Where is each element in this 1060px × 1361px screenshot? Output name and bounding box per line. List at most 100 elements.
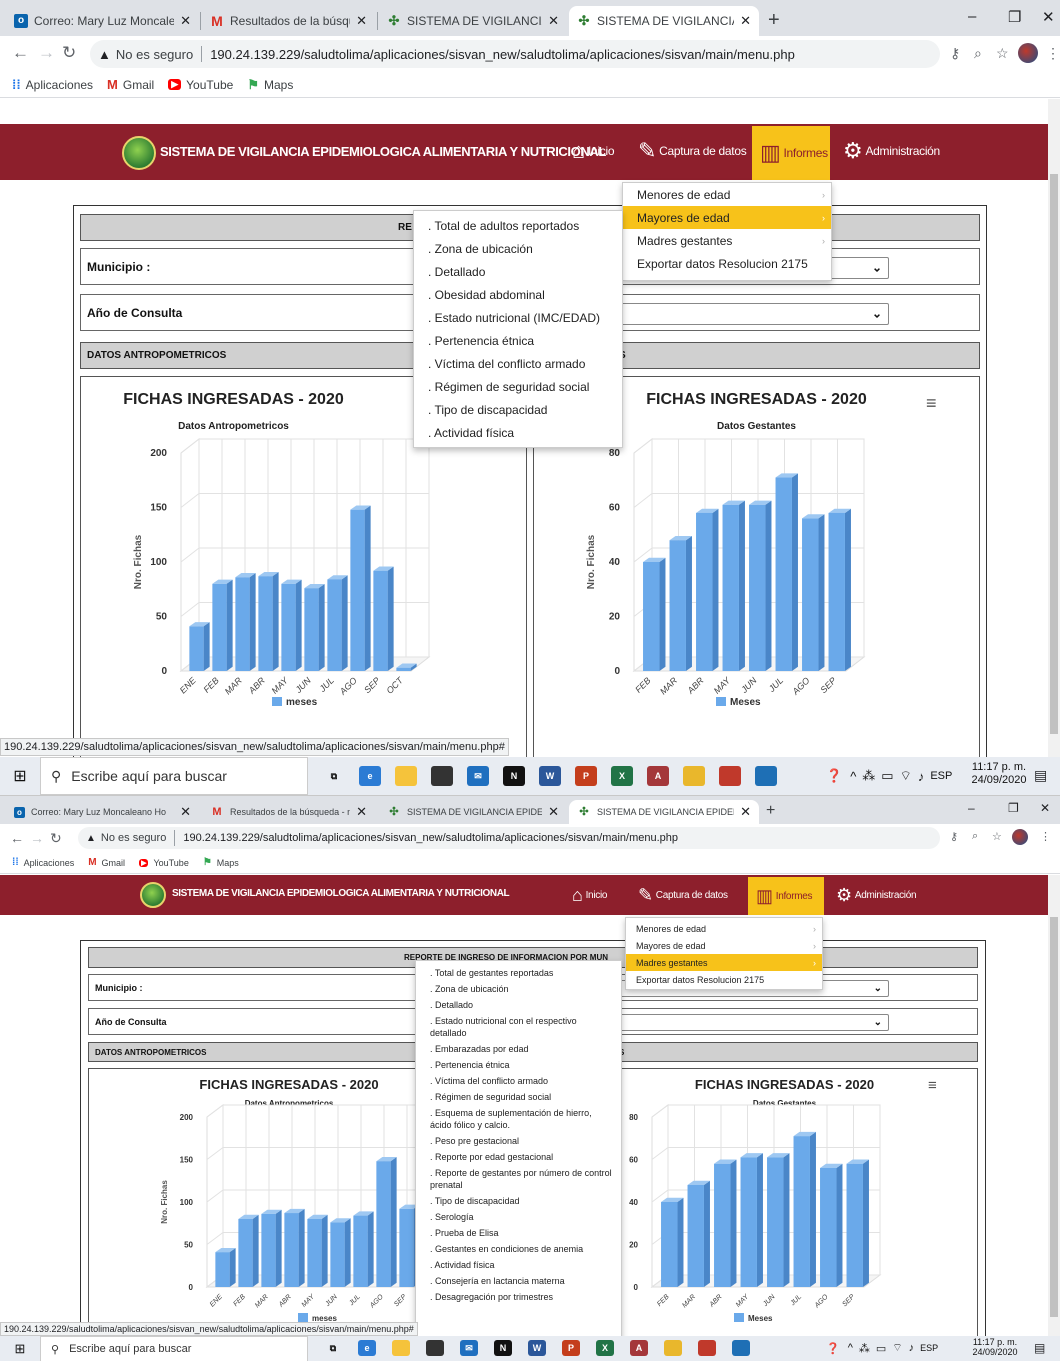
close-icon[interactable]: ✕ [180,13,191,29]
language-indicator[interactable]: ESP [920,1343,938,1353]
photos-icon[interactable] [732,1340,750,1356]
submenu-item[interactable]: . Estado nutricional (IMC/EDAD) [414,307,622,330]
tab-sisvan-active[interactable]: ✣SISTEMA DE VIGILANCIA EPIDEM✕ [569,6,759,36]
menu-madres[interactable]: Madres gestantes › [623,229,831,252]
tab-sisvan-1[interactable]: ✣SISTEMA DE VIGILANCIA EPIDEM✕ [379,6,567,36]
mail-icon[interactable]: ✉ [467,766,489,786]
new-tab-button[interactable]: + [766,801,775,821]
submenu-item[interactable]: . Reporte por edad gestacional [416,1149,621,1165]
submenu-item[interactable]: . Obesidad abdominal [414,284,622,307]
submenu-item[interactable]: . Peso pre gestacional [416,1133,621,1149]
chrome-icon[interactable] [664,1340,682,1356]
reload-icon[interactable]: ↻ [50,829,62,847]
tab-gmail[interactable]: MResultados de la búsqueda - mlm✕ [202,6,375,36]
close-window-icon[interactable]: ✕ [1040,801,1050,815]
tab-sisvan-1[interactable]: ✣SISTEMA DE VIGILANCIA EPIDEM✕ [379,800,567,824]
chevron-up-icon[interactable]: ^ [850,769,856,784]
page-scrollbar[interactable] [1048,875,1060,1361]
help-icon[interactable]: ❓ [826,1342,840,1355]
zoom-icon[interactable]: ⌕ [974,45,982,62]
access-icon[interactable]: A [647,766,669,786]
close-icon[interactable]: ✕ [356,804,367,820]
file-explorer-icon[interactable] [395,766,417,786]
submenu-item[interactable]: . Régimen de seguridad social [416,1089,621,1105]
submenu-item[interactable]: . Detallado [416,997,621,1013]
forward-icon[interactable]: → [38,44,55,62]
taskbar-search[interactable]: ⚲ Escribe aquí para buscar [40,1336,308,1361]
netflix-icon[interactable]: N [494,1340,512,1356]
page-scrollbar[interactable] [1048,99,1060,795]
address-bar[interactable]: ▲ No es seguro 190.24.139.229/saludtolim… [90,40,940,68]
submenu-item[interactable]: . Detallado [414,261,622,284]
key-icon[interactable]: ⚷ [950,830,958,843]
bookmark-apps[interactable]: ⁞⁞ Aplicaciones [12,77,93,92]
anio-select[interactable]: ⌄ [619,303,889,325]
bookmark-youtube[interactable]: ▶ YouTube [139,858,189,868]
submenu-item[interactable]: . Actividad física [416,1257,621,1273]
more-icon[interactable]: ⋮ [1046,45,1060,62]
nav-informes[interactable]: ▥ Informes [752,126,830,180]
tab-gmail[interactable]: MResultados de la búsqueda - mlm✕ [202,800,375,824]
submenu-item[interactable]: . Reporte de gestantes por número de con… [416,1165,621,1193]
edge-icon[interactable]: e [359,766,381,786]
bookmark-maps[interactable]: ⚑ Maps [203,857,239,868]
submenu-item[interactable]: . Serología [416,1209,621,1225]
submenu-item[interactable]: . Tipo de discapacidad [416,1193,621,1209]
close-icon[interactable]: ✕ [180,804,191,820]
taskbar-search[interactable]: ⚲ Escribe aquí para buscar [40,757,308,795]
word-icon[interactable]: W [528,1340,546,1356]
minimize-icon[interactable]: – [968,8,976,25]
zoom-icon[interactable]: ⌕ [972,830,978,843]
windows-start-icon[interactable]: ⊞ [0,1336,40,1361]
submenu-item[interactable]: . Total de adultos reportados [414,215,622,238]
star-icon[interactable]: ☆ [996,45,1009,62]
task-view-icon[interactable]: ⧉ [323,766,345,786]
help-icon[interactable]: ❓ [826,768,842,784]
nav-informes[interactable]: ▥ Informes [748,877,824,915]
wifi-icon[interactable]: ⌔ [892,1341,902,1355]
nav-captura[interactable]: ✎ Captura de datos [638,134,747,168]
menu-menores[interactable]: Menores de edad › [626,920,822,937]
file-explorer-icon[interactable] [392,1340,410,1356]
star-icon[interactable]: ☆ [992,830,1002,843]
submenu-item[interactable]: . Actividad física [414,422,622,445]
volume-icon[interactable]: ♪ [909,1342,915,1354]
tab-sisvan-active[interactable]: ✣SISTEMA DE VIGILANCIA EPIDEM✕ [569,800,759,824]
nav-inicio[interactable]: ⌂ Inicio [572,882,607,908]
submenu-item[interactable]: . Desagregación por trimestres [416,1289,621,1305]
reload-icon[interactable]: ↻ [62,44,76,62]
submenu-item[interactable]: . Gestantes en condiciones de anemia [416,1241,621,1257]
menu-madres[interactable]: Madres gestantes › [626,954,822,971]
submenu-item[interactable]: . Esquema de suplementación de hierro, á… [416,1105,621,1133]
close-icon[interactable]: ✕ [548,13,559,29]
netflix-icon[interactable]: N [503,766,525,786]
tab-outlook[interactable]: oCorreo: Mary Luz Moncaleano Ho✕ [6,800,199,824]
language-indicator[interactable]: ESP [930,770,952,782]
wifi-icon[interactable]: ⌔ [900,768,912,784]
close-icon[interactable]: ✕ [548,804,559,820]
new-tab-button[interactable]: + [768,10,780,30]
menu-mayores[interactable]: Mayores de edad › [626,937,822,954]
chrome-icon[interactable] [683,766,705,786]
submenu-item[interactable]: . Régimen de seguridad social [414,376,622,399]
back-icon[interactable]: ← [12,44,29,62]
minimize-icon[interactable]: – [968,801,975,815]
bookmark-maps[interactable]: ⚑ Maps [247,77,293,93]
submenu-item[interactable]: . Prueba de Elisa [416,1225,621,1241]
word-icon[interactable]: W [539,766,561,786]
submenu-item[interactable]: . Pertenencia étnica [414,330,622,353]
submenu-item[interactable]: . Víctima del conflicto armado [414,353,622,376]
excel-icon[interactable]: X [596,1340,614,1356]
windows-start-icon[interactable]: ⊞ [0,757,40,795]
close-window-icon[interactable]: ✕ [1042,8,1055,26]
anio-select[interactable]: ⌄ [619,1014,889,1031]
back-icon[interactable]: ← [10,829,24,847]
menu-exportar[interactable]: Exportar datos Resolucion 2175 [626,971,822,988]
paint-icon[interactable] [719,766,741,786]
avatar[interactable] [1012,829,1028,845]
powerpoint-icon[interactable]: P [575,766,597,786]
address-bar[interactable]: ▲ No es seguro 190.24.139.229/saludtolim… [78,827,940,849]
maximize-icon[interactable]: ❐ [1008,8,1021,26]
task-view-icon[interactable]: ⧉ [324,1340,342,1356]
submenu-item[interactable]: . Consejería en lactancia materna [416,1273,621,1289]
